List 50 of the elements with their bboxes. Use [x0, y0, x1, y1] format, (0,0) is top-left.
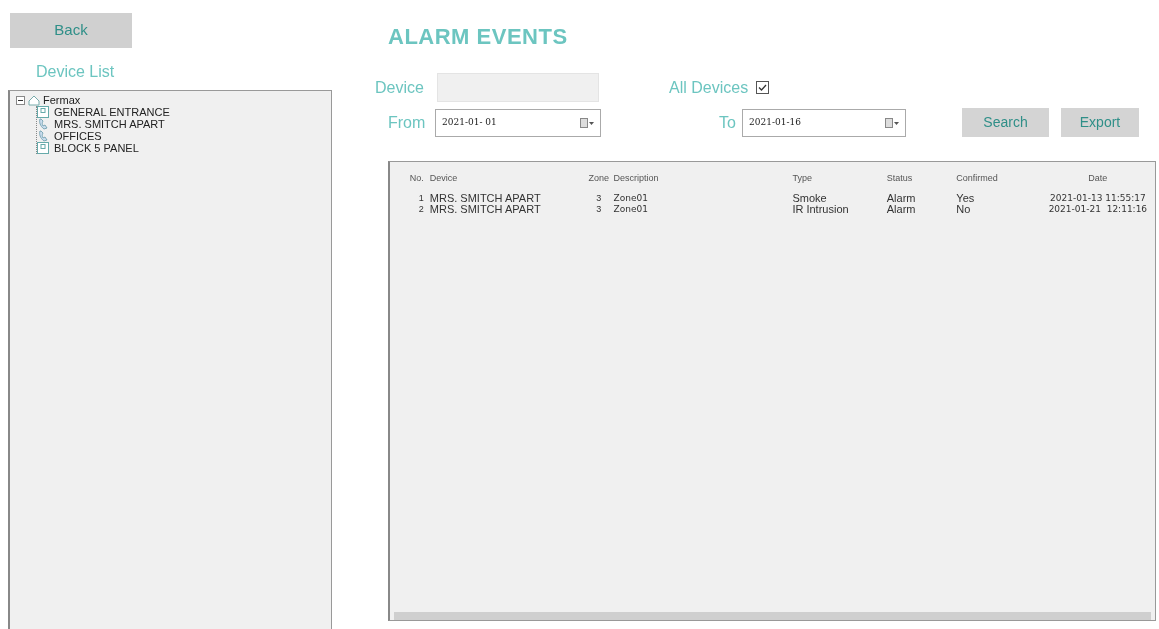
- table-cell-text: MRS. SMITCH APART: [429, 203, 542, 215]
- table-cell-text: Alarm: [886, 203, 917, 215]
- column-header[interactable]: Confirmed: [956, 172, 1041, 186]
- all-devices-label: All Devices: [669, 77, 749, 98]
- column-header[interactable]: Device: [429, 172, 584, 186]
- handset-icon: [37, 130, 49, 142]
- column-header[interactable]: Zone: [583, 172, 614, 186]
- column-header[interactable]: Status: [886, 172, 957, 186]
- from-date-value: 2021-01- 01: [442, 115, 497, 129]
- to-date-field[interactable]: 2021-01-16: [742, 108, 906, 137]
- device-list-title: Device List: [36, 62, 116, 82]
- table-cell-text: Yes: [956, 192, 976, 204]
- column-header[interactable]: No.: [390, 172, 430, 186]
- table-cell-text: 1: [417, 192, 425, 204]
- collapse-toggle-icon[interactable]: [16, 96, 25, 105]
- table-cell-text: 2021-01-13 11:55:17: [1049, 192, 1147, 204]
- tree-item[interactable]: OFFICES: [54, 130, 102, 142]
- table-cell-text: Smoke: [792, 192, 828, 204]
- table-cell-text: No: [956, 203, 972, 215]
- column-header[interactable]: Description: [613, 172, 793, 186]
- column-header[interactable]: Date: [1040, 172, 1155, 186]
- from-label: From: [388, 112, 427, 133]
- table-cell-text: 3: [595, 192, 603, 204]
- device-label: Device: [375, 77, 425, 98]
- table-cell-text: Zone01: [613, 192, 649, 204]
- tree-item[interactable]: MRS. SMITCH APART: [54, 118, 165, 130]
- from-date-field[interactable]: 2021-01- 01: [435, 108, 601, 137]
- door-panel-icon: [37, 106, 49, 118]
- handset-icon: [37, 118, 49, 130]
- house-icon: [27, 95, 41, 106]
- to-date-value: 2021-01-16: [749, 115, 801, 129]
- horizontal-scrollbar[interactable]: [394, 612, 1151, 620]
- tree-item[interactable]: BLOCK 5 PANEL: [54, 142, 139, 154]
- page-title: ALARM EVENTS: [388, 23, 569, 51]
- table-cell-text: Zone01: [613, 203, 649, 215]
- to-label: To: [718, 112, 737, 133]
- table-cell-text: 3: [595, 203, 603, 215]
- column-header[interactable]: Type: [792, 172, 887, 186]
- calendar-dropdown-icon[interactable]: [885, 117, 899, 128]
- table-cell-text: IR Intrusion: [792, 203, 850, 215]
- table-cell-text: MRS. SMITCH APART: [429, 192, 542, 204]
- device-field[interactable]: [437, 73, 599, 102]
- all-devices-checkbox[interactable]: [756, 81, 770, 94]
- table-cell-text: 2021-01-21 12:11:16: [1047, 203, 1149, 215]
- tree-item[interactable]: GENERAL ENTRANCE: [54, 106, 170, 118]
- tree-item[interactable]: Fermax: [43, 95, 81, 106]
- door-panel-icon: [37, 142, 49, 154]
- table-cell-text: Alarm: [886, 192, 917, 204]
- table-cell-text: 2: [417, 203, 425, 215]
- calendar-dropdown-icon[interactable]: [580, 117, 594, 128]
